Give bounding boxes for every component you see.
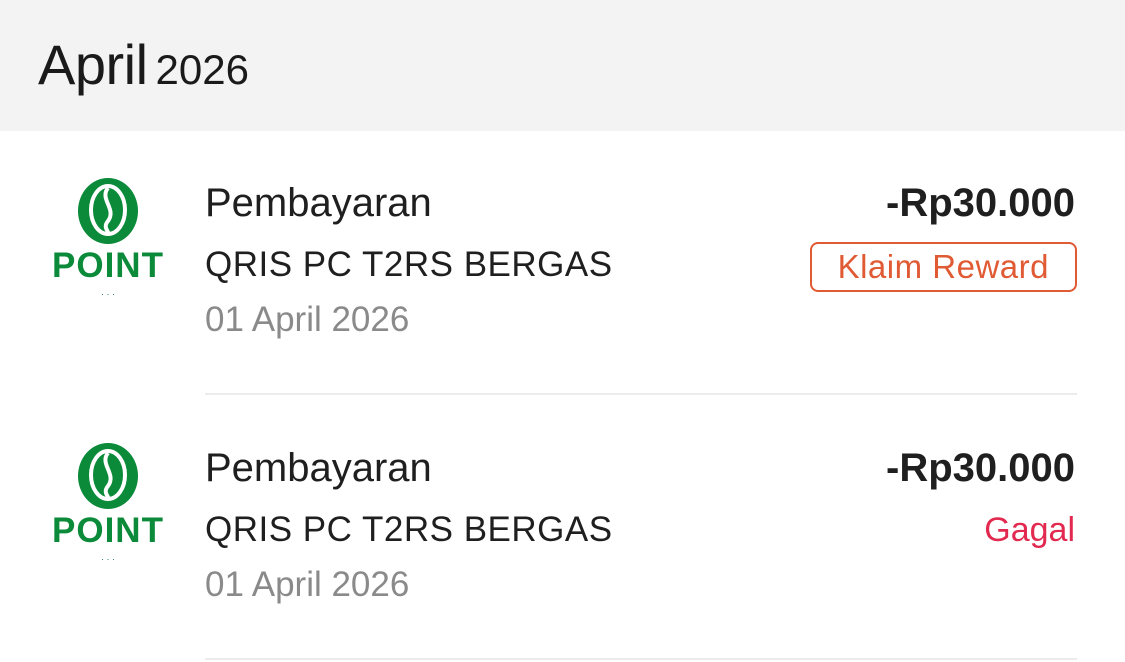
row-divider [205, 393, 1077, 395]
transaction-date: 01 April 2026 [205, 565, 410, 604]
transaction-row[interactable]: POINT · · · Pembayaran QRIS PC T2RS BERG… [0, 131, 1125, 395]
transaction-title: Pembayaran [205, 446, 432, 490]
row-divider [205, 658, 1077, 660]
year-label: 2026 [155, 46, 249, 93]
claim-reward-button[interactable]: Klaim Reward [809, 242, 1077, 292]
month-label: April [38, 33, 148, 96]
transaction-date: 01 April 2026 [205, 300, 410, 339]
coffee-bean-icon: POINT · · · [52, 178, 164, 299]
merchant-logo: POINT · · · [50, 442, 170, 572]
coffee-bean-icon: POINT · · · [52, 443, 164, 564]
merchant-name: QRIS PC T2RS BERGAS [205, 510, 613, 549]
transaction-title: Pembayaran [205, 181, 432, 225]
month-section-header: April 2026 [0, 0, 1125, 131]
transaction-amount: -Rp30.000 [886, 446, 1075, 490]
status-failed-label: Gagal [984, 511, 1075, 549]
svg-text:POINT: POINT [52, 511, 164, 550]
month-title: April 2026 [38, 32, 249, 97]
transaction-amount: -Rp30.000 [886, 181, 1075, 225]
transaction-row[interactable]: POINT · · · Pembayaran QRIS PC T2RS BERG… [0, 396, 1125, 660]
merchant-logo: POINT · · · [50, 177, 170, 307]
svg-text:POINT: POINT [52, 246, 164, 285]
svg-text:· · ·: · · · [101, 554, 115, 564]
svg-text:· · ·: · · · [101, 289, 115, 299]
merchant-name: QRIS PC T2RS BERGAS [205, 245, 613, 284]
